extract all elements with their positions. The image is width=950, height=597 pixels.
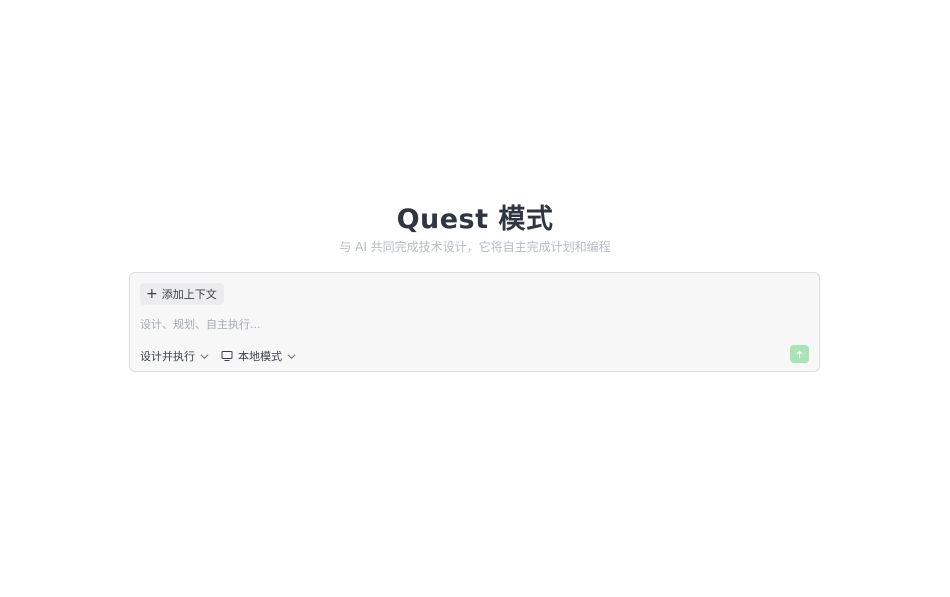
prompt-composer: + 添加上下文 设计并执行 本地模式 [129, 272, 820, 372]
page-title: Quest 模式 [396, 204, 554, 235]
add-context-label: 添加上下文 [161, 288, 217, 301]
chevron-down-icon [200, 353, 209, 359]
chevron-down-icon [287, 353, 296, 359]
page-subtitle: 与 AI 共同完成技术设计，它将自主完成计划和编程 [339, 240, 611, 254]
composer-toolbar: 设计并执行 本地模式 [140, 347, 296, 365]
add-context-button[interactable]: + 添加上下文 [140, 283, 224, 305]
arrow-up-icon [796, 350, 803, 358]
mode-dropdown-label: 设计并执行 [140, 350, 195, 363]
environment-dropdown[interactable]: 本地模式 [221, 347, 296, 365]
environment-dropdown-label: 本地模式 [238, 350, 282, 363]
quest-page: Quest 模式 与 AI 共同完成技术设计，它将自主完成计划和编程 + 添加上… [0, 0, 950, 597]
prompt-input[interactable] [140, 313, 800, 335]
monitor-icon [221, 351, 233, 361]
plus-icon: + [146, 286, 158, 302]
send-button[interactable] [790, 345, 809, 363]
hero-section: Quest 模式 与 AI 共同完成技术设计，它将自主完成计划和编程 [0, 203, 950, 255]
mode-dropdown[interactable]: 设计并执行 [140, 347, 209, 365]
